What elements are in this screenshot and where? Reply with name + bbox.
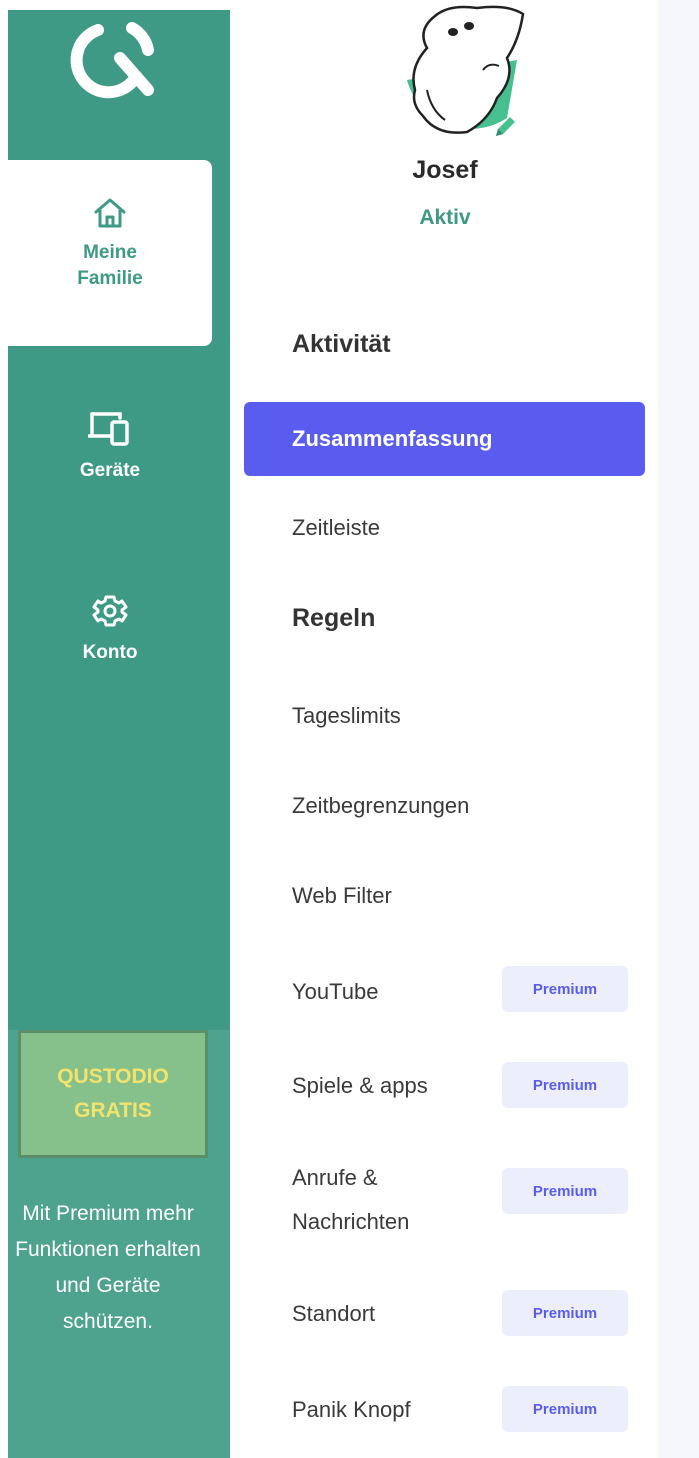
section-title-aktivitaet: Aktivität [292,330,391,358]
premium-badge: Premium [502,966,628,1012]
premium-badge: Premium [502,1062,628,1108]
menu-item-youtube[interactable]: YouTube [292,976,378,1008]
qustodio-logo-icon[interactable] [60,10,170,100]
menu-item-label: Zusammenfassung [292,426,493,451]
premium-badge: Premium [502,1386,628,1432]
upgrade-banner[interactable]: QUSTODIO GRATIS [18,1030,208,1158]
gear-icon [92,595,128,627]
promo-line-1: QUSTODIO [57,1065,169,1088]
profile-name: Josef [412,156,478,184]
menu-item-anrufe-nachrichten[interactable]: Anrufe & Nachrichten [292,1156,492,1244]
nav-item-meine-familie[interactable]: Meine Familie [8,160,212,346]
menu-item-zeitleiste[interactable]: Zeitleiste [292,512,380,544]
menu-item-panik-knopf[interactable]: Panik Knopf [292,1394,411,1426]
menu-item-tageslimits[interactable]: Tageslimits [292,700,401,732]
menu-item-zeitbegrenzungen[interactable]: Zeitbegrenzungen [292,790,469,822]
nav-item-label: Meine Familie [77,242,143,289]
promo-line-2: GRATIS [74,1099,152,1122]
profile-card: Josef Aktiv [232,0,658,273]
menu-item-web-filter[interactable]: Web Filter [292,880,392,912]
nav-item-label: Geräte [79,460,141,481]
premium-badge: Premium [502,1168,628,1214]
menu-item-standort[interactable]: Standort [292,1298,375,1330]
home-icon [94,198,126,228]
nav-item-label: Konto [82,642,138,663]
profile-menu: Aktivität Zusammenfassung Zeitleiste Reg… [232,272,658,1458]
menu-item-zusammenfassung[interactable]: Zusammenfassung [244,402,645,476]
content-pane [658,0,699,1458]
devices-icon [88,412,129,446]
edit-pencil-icon[interactable] [490,112,520,142]
profile-status: Aktiv [419,206,471,229]
premium-badge: Premium [502,1290,628,1336]
menu-item-spiele-apps[interactable]: Spiele & apps [292,1070,428,1102]
promo-text: Mit Premium mehr Funktionen erhalten und… [15,1202,201,1333]
section-title-regeln: Regeln [292,604,376,632]
nav-item-konto[interactable]: Konto [8,592,212,666]
nav-item-geraete[interactable]: Geräte [8,408,212,484]
